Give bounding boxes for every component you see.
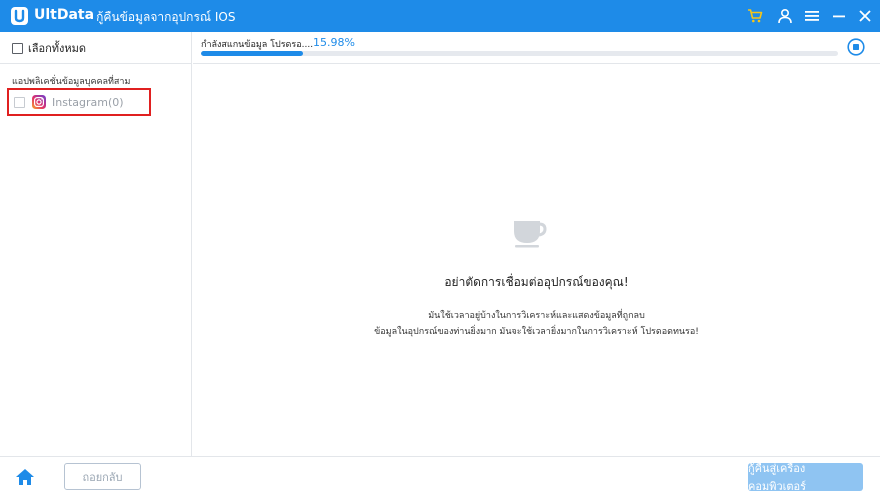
home-icon[interactable]: [15, 467, 35, 487]
window-subtitle: - กู้คืนข้อมูลจากอุปกรณ์ IOS: [88, 10, 236, 24]
main-panel: กำลังสแกนข้อมูล โปรดรอ.... 15.98% อย่าตั…: [193, 32, 880, 456]
cart-icon[interactable]: [746, 7, 764, 25]
title-bar: UltData - กู้คืนข้อมูลจากอุปกรณ์ IOS: [0, 0, 880, 32]
sidebar-item-label: Instagram(0): [52, 95, 124, 109]
close-icon[interactable]: [856, 7, 874, 25]
ultdata-logo-icon: [11, 7, 28, 25]
coffee-cup-icon: [514, 221, 547, 248]
scan-progress-bar: [201, 51, 838, 56]
description-line-2: ข้อมูลในอุปกรณ์ของท่านยิ่งมาก มันจะใช้เว…: [374, 327, 699, 337]
app-window: UltData - กู้คืนข้อมูลจากอุปกรณ์ IOS เลื…: [0, 0, 880, 496]
instagram-checkbox[interactable]: [14, 96, 25, 108]
recover-to-computer-button[interactable]: กู้คืนสู่เครื่องคอมพิวเตอร์: [748, 462, 863, 493]
main-divider: [193, 63, 880, 64]
bottom-bar: ถอยกลับ กู้คืนสู่เครื่องคอมพิวเตอร์: [0, 456, 880, 496]
checkbox-box[interactable]: [12, 42, 23, 54]
minimize-icon[interactable]: [830, 7, 848, 25]
description-line-1: มันใช้เวลาอยู่บ้างในการวิเคราะห์และแสดงข…: [428, 311, 645, 321]
app-name: UltData: [34, 7, 95, 23]
section-label: แอปพลิเคชั่นข้อมูลบุคคลที่สาม: [12, 77, 131, 87]
back-button[interactable]: ถอยกลับ: [64, 463, 141, 490]
select-all-checkbox[interactable]: เลือกทั้งหมด: [12, 40, 86, 56]
instagram-icon: [32, 95, 46, 109]
headline: อย่าตัดการเชื่อมต่ออุปกรณ์ของคุณ!: [444, 275, 629, 289]
user-icon[interactable]: [776, 7, 794, 25]
menu-icon[interactable]: [803, 7, 821, 25]
sidebar-divider: [0, 63, 191, 64]
scan-progress-fill: [201, 51, 303, 56]
scan-percent: 15.98%: [313, 36, 355, 49]
select-all-label: เลือกทั้งหมด: [28, 42, 87, 55]
sidebar-item-instagram[interactable]: Instagram(0): [7, 88, 151, 116]
sidebar: เลือกทั้งหมด แอปพลิเคชั่นข้อมูลบุคคลที่ส…: [0, 32, 192, 456]
stop-scan-icon[interactable]: [847, 38, 865, 56]
scan-status-text: กำลังสแกนข้อมูล โปรดรอ....: [201, 40, 314, 50]
